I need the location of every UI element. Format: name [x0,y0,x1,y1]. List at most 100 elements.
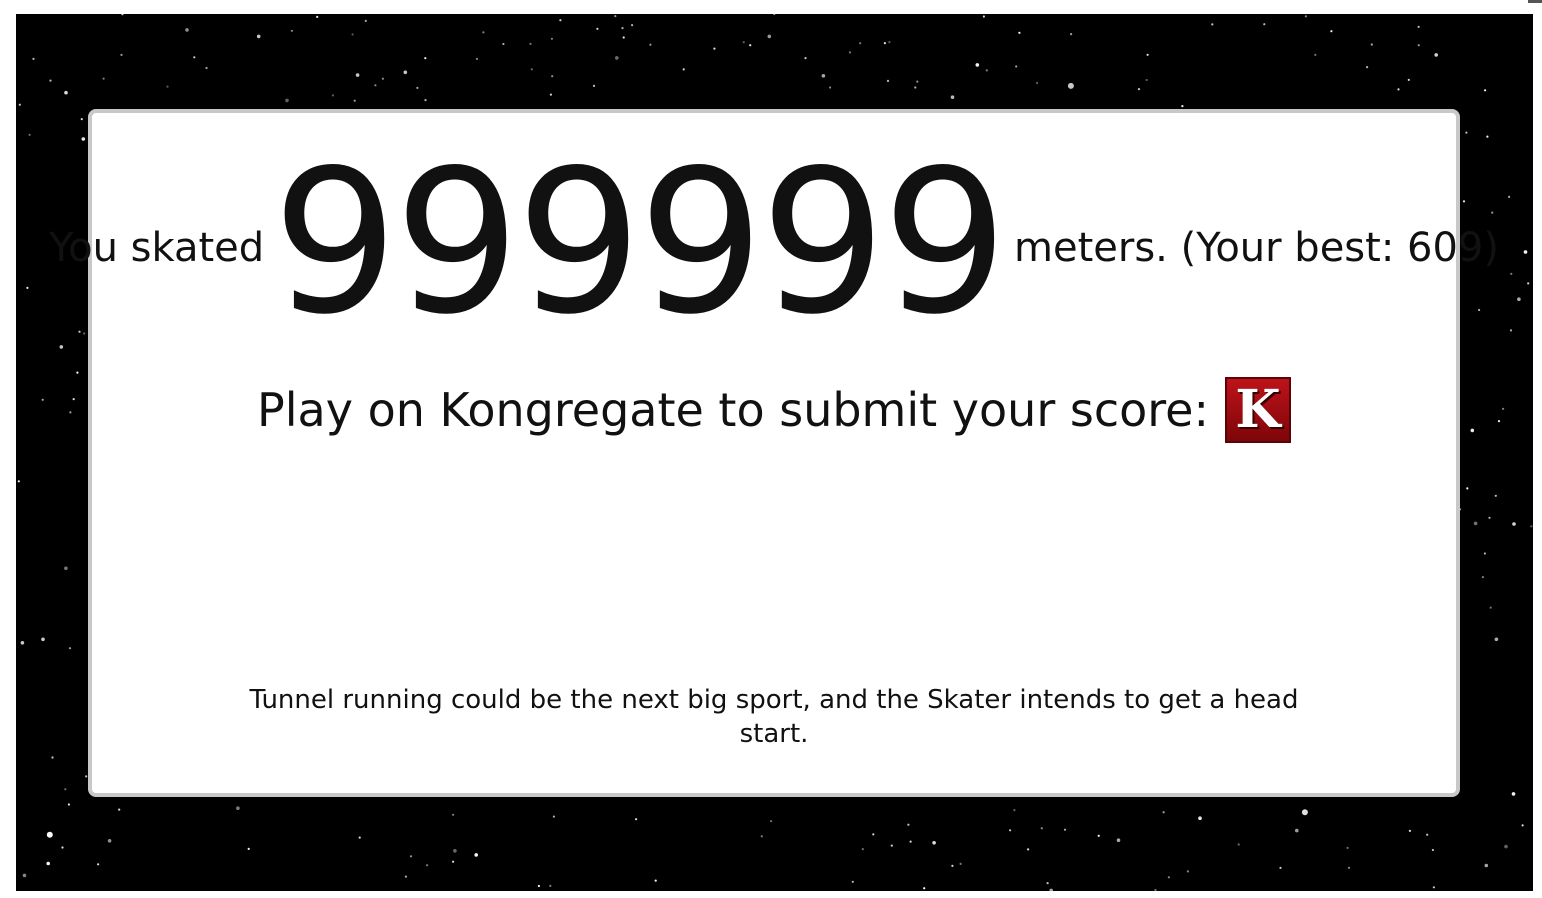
star [1237,843,1240,846]
star [61,846,64,849]
star [1162,811,1165,814]
star [290,29,293,32]
star [1211,23,1214,26]
star [635,818,638,821]
star [550,37,554,40]
star [1489,606,1492,609]
star [1502,407,1505,410]
star [888,41,891,44]
star [185,28,189,32]
star [358,836,361,839]
star [1279,866,1282,870]
star [453,849,457,853]
star [1046,882,1049,885]
star [1510,272,1513,275]
star [950,95,955,99]
star [67,803,70,806]
star [1494,637,1499,642]
star [1063,828,1067,831]
star [682,68,685,71]
star [1295,828,1299,833]
star [424,57,427,60]
star [861,848,864,851]
star [821,74,826,78]
star [1301,809,1308,816]
star [28,133,31,136]
star [537,884,541,888]
star [1483,552,1486,555]
star [416,86,419,89]
star [1330,30,1333,33]
kongregate-line: Play on Kongregate to submit your score:… [92,375,1456,445]
star [475,57,478,61]
star [1478,308,1481,312]
star [1484,863,1489,868]
star [331,94,334,97]
star [886,79,890,82]
star [1426,833,1429,836]
star [615,56,619,60]
star [26,286,29,289]
star [81,137,86,141]
star [872,833,875,836]
star [848,51,852,54]
star [1167,876,1170,879]
star [205,66,208,70]
star [166,85,169,88]
star [631,24,634,27]
star [374,84,377,87]
star [403,70,408,75]
star [1013,809,1016,812]
star [118,808,121,811]
star [85,775,88,778]
game-canvas[interactable]: You skated 999999 meters. (Your best: 60… [16,14,1533,891]
star [804,57,807,60]
star [1466,487,1469,490]
star [1346,846,1349,850]
star [1434,53,1438,57]
star [78,330,81,333]
star [932,841,936,845]
star [975,63,980,67]
star [649,43,652,46]
star [559,19,562,22]
star [654,879,657,882]
star [41,637,45,642]
star [1521,824,1524,827]
star [829,86,832,89]
star [1009,829,1012,832]
star [551,75,554,78]
star [907,823,910,826]
star [121,14,124,16]
star [46,861,50,866]
kongregate-k-icon: K [1235,379,1281,440]
star [97,863,100,866]
star [17,480,20,483]
star [749,44,752,47]
star [890,844,893,847]
star [1067,82,1074,89]
star [914,86,917,89]
star [1408,829,1411,833]
star [549,93,553,96]
star [1397,88,1400,91]
star [1154,888,1157,891]
star [1018,31,1021,34]
star [742,41,745,44]
star [482,31,485,34]
star [193,56,196,59]
star [1494,494,1497,497]
star [1527,282,1530,285]
star [1116,838,1121,842]
star [1181,105,1184,108]
star [951,864,954,868]
star [851,880,854,883]
star [916,80,919,83]
star [474,853,479,857]
star [1263,23,1266,26]
star [424,99,427,102]
star [452,860,455,863]
star [1517,297,1521,302]
kongregate-logo-button[interactable]: K [1224,377,1291,443]
star [1417,25,1420,28]
